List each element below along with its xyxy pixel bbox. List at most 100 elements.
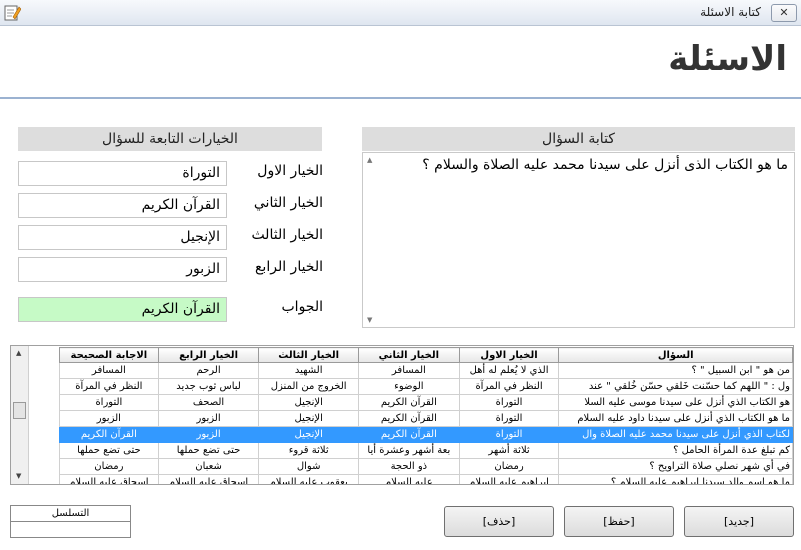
close-button[interactable]: ✕ (771, 4, 797, 22)
option1-field[interactable]: التوراة (18, 161, 227, 186)
table-cell[interactable]: القرآن الكريم (358, 410, 460, 427)
table-cell[interactable]: في أي شهر نصلي صلاة التراويح ؟ (558, 458, 793, 475)
page-header: الاسئلة (2, 27, 799, 97)
table-cell[interactable]: حتى تضع حملها (157, 442, 260, 459)
table-cell[interactable]: يعقوب عليه السلام (258, 474, 359, 484)
table-cell[interactable]: القرآن الكريم (358, 426, 460, 443)
table-cell[interactable]: ثلاثة أشهر (458, 442, 560, 459)
column-header[interactable]: الخيار الثالث (258, 347, 359, 363)
scroll-down-icon[interactable]: ▼ (16, 472, 21, 480)
table-cell[interactable]: هو الكتاب الذي أنزل على سيدنا موسى عليه … (558, 394, 793, 411)
header-divider (0, 97, 801, 99)
option4-label: الخيار الرابع (254, 259, 323, 275)
sequence-label: التسلسل (11, 506, 130, 522)
options-panel-title: الخيارات التابعة للسؤال (18, 127, 322, 151)
table-cell[interactable]: النظر في المرآة (59, 378, 159, 395)
table-cell[interactable]: الرحم (157, 362, 260, 379)
question-text: ما هو الكتاب الذى أنزل على سيدنا محمد عل… (422, 157, 788, 173)
table-row[interactable]: لكتاب الذي أنزل على سيدنا محمد عليه الصل… (59, 426, 793, 443)
scrollbar-thumb[interactable] (13, 402, 26, 419)
close-icon: ✕ (779, 6, 789, 19)
table-cell[interactable]: إسحاق عليه السلام (157, 474, 260, 484)
table-cell[interactable]: حتى تضع حملها (59, 442, 159, 459)
table-cell[interactable]: الوضوء (358, 378, 460, 395)
table-cell[interactable]: لكتاب الذي أنزل على سيدنا محمد عليه الصل… (558, 426, 793, 443)
table-cell[interactable]: الإنجيل (258, 394, 359, 411)
column-header[interactable]: السؤال (558, 347, 793, 363)
scroll-up-icon[interactable]: ▲ (367, 156, 372, 164)
table-cell[interactable]: الذي لا يُعلم له أهل (458, 362, 560, 379)
table-cell[interactable]: ما هو اسم والد سيدنا إبراهيم عليه السلام… (558, 474, 793, 484)
table-cell[interactable]: الصحف (157, 394, 260, 411)
table-cell[interactable]: القرآن الكريم (358, 394, 460, 411)
table-cell[interactable]: بعة أشهر وعشرة أيا (358, 442, 460, 459)
table-row[interactable]: من هو " ابن السبيل " ؟ الذي لا يُعلم له أ… (59, 362, 793, 379)
column-header[interactable]: الخيار الاول (458, 347, 560, 363)
table-cell[interactable]: التوراة (458, 394, 560, 411)
pencil-note-icon (4, 5, 21, 21)
table-cell[interactable]: الزبور (59, 410, 159, 427)
window-title: كتابة الاسئلة (700, 5, 761, 19)
option2-field[interactable]: القرآن الكريم (18, 193, 227, 218)
option1-label: الخيار الاول (257, 163, 323, 179)
table-cell[interactable]: لباس ثوب جديد (157, 378, 260, 395)
question-scrollbar[interactable]: ▲ ▼ (364, 154, 378, 326)
save-button[interactable]: [حفظ] (564, 506, 674, 537)
table-cell[interactable]: ما هو الكتاب الذي أنزل على سيدنا داود عل… (558, 410, 793, 427)
table-cell[interactable]: ثلاثة قروء (258, 442, 359, 459)
questions-table: السؤال الخيار الاول الخيار الثاني الخيار… (59, 347, 793, 484)
new-button[interactable]: [جديد] (684, 506, 794, 537)
table-cell[interactable]: الشهيد (258, 362, 359, 379)
table-row[interactable]: ول : " اللهم كما حسّنت خَلقي حسّن خُلقي … (59, 378, 793, 395)
table-cell[interactable]: التوراة (458, 426, 560, 443)
table-row[interactable]: ما هو الكتاب الذي أنزل على سيدنا داود عل… (59, 410, 793, 427)
column-header[interactable]: الخيار الثاني (358, 347, 460, 363)
table-cell[interactable]: إسحاق عليه السلام (59, 474, 159, 484)
sequence-counter: التسلسل (10, 505, 131, 538)
column-header[interactable]: الخيار الرابع (157, 347, 260, 363)
table-header-row: السؤال الخيار الاول الخيار الثاني الخيار… (59, 347, 793, 363)
table-cell[interactable]: رمضان (458, 458, 560, 475)
column-header[interactable]: الاجابة الصحيحة (59, 347, 159, 363)
delete-button[interactable]: [حذف] (444, 506, 554, 537)
table-cell[interactable]: الإنجيل (258, 410, 359, 427)
table-cell[interactable]: كم تبلغ عدة المرأة الحامل ؟ (558, 442, 793, 459)
table-cell[interactable]: من هو " ابن السبيل " ؟ (558, 362, 793, 379)
table-cell[interactable]: التوراة (59, 394, 159, 411)
table-row[interactable]: ما هو اسم والد سيدنا إبراهيم عليه السلام… (59, 474, 793, 484)
table-cell[interactable]: النظر في المرآة (458, 378, 560, 395)
option2-label: الخيار الثاني (253, 195, 323, 211)
answer-field[interactable]: القرآن الكريم (18, 297, 227, 322)
table-cell[interactable]: التوراة (458, 410, 560, 427)
sequence-value (11, 523, 130, 537)
table-cell[interactable]: المسافر (358, 362, 460, 379)
grid-scrollbar[interactable]: ▲ ▼ (11, 346, 29, 484)
table-cell[interactable]: إبراهيم عليه السلام (458, 474, 560, 484)
questions-grid[interactable]: ▲ ▼ السؤال الخيار الاول الخيار الثاني ال… (10, 345, 794, 485)
table-cell[interactable]: عليه السلام (358, 474, 460, 484)
table-cell[interactable]: الزبور (157, 426, 260, 443)
table-cell[interactable]: الزبور (157, 410, 260, 427)
window-titlebar: كتابة الاسئلة ✕ (0, 0, 801, 26)
table-row[interactable]: هو الكتاب الذي أنزل على سيدنا موسى عليه … (59, 394, 793, 411)
page-title: الاسئلة (668, 39, 787, 79)
question-panel-title: كتابة السؤال (362, 127, 795, 151)
table-row[interactable]: كم تبلغ عدة المرأة الحامل ؟ ثلاثة أشهر بعة… (59, 442, 793, 459)
table-cell[interactable]: شوال (258, 458, 359, 475)
question-textarea[interactable]: ما هو الكتاب الذى أنزل على سيدنا محمد عل… (362, 152, 795, 328)
table-cell[interactable]: ول : " اللهم كما حسّنت خَلقي حسّن خُلقي … (558, 378, 793, 395)
option3-field[interactable]: الإنجيل (18, 225, 227, 250)
table-cell[interactable]: شعبان (157, 458, 260, 475)
scroll-down-icon[interactable]: ▼ (367, 316, 372, 324)
table-row[interactable]: في أي شهر نصلي صلاة التراويح ؟ رمضان ذو ال… (59, 458, 793, 475)
answer-label: الجواب (281, 299, 324, 315)
scroll-up-icon[interactable]: ▲ (16, 349, 21, 357)
table-cell[interactable]: المسافر (59, 362, 159, 379)
table-cell[interactable]: الإنجيل (258, 426, 359, 443)
table-cell[interactable]: القرآن الكريم (59, 426, 159, 443)
table-cell[interactable]: ذو الحجة (358, 458, 460, 475)
option4-field[interactable]: الزبور (18, 257, 227, 282)
table-cell[interactable]: رمضان (59, 458, 159, 475)
table-cell[interactable]: الخروج من المنزل (258, 378, 359, 395)
option3-label: الخيار الثالث (251, 227, 323, 243)
